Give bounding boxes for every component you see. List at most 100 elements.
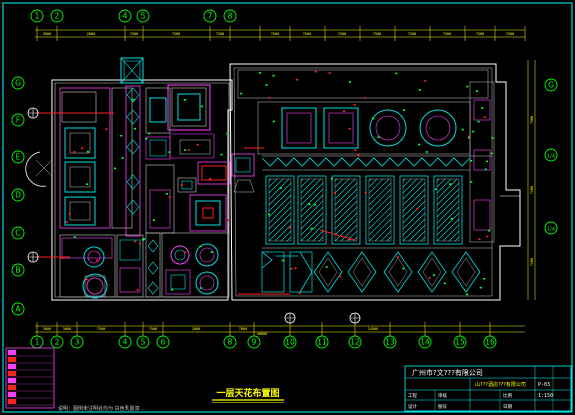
light-fixture [425, 151, 428, 153]
dimension-value: 7500 [303, 32, 311, 36]
light-fixture [73, 236, 76, 238]
title-block-cell-label: 工程 [408, 392, 417, 399]
light-fixture [342, 110, 346, 112]
axis-label: 15 [455, 338, 465, 347]
light-fixture [288, 227, 291, 229]
light-fixture [296, 78, 299, 81]
title-block-cell-label: 设计 [408, 403, 417, 410]
dimension-total: 40000 [257, 332, 268, 336]
axis-label: 4 [123, 338, 128, 347]
axis-bubble-bottom: 11 [315, 335, 329, 349]
light-fixture [148, 132, 151, 135]
legend-swatch [8, 350, 16, 355]
light-fixture [470, 159, 473, 162]
axis-label: 2 [55, 338, 60, 347]
dimension-value: 3000 [43, 327, 51, 331]
axis-label: 6 [161, 338, 166, 347]
light-fixture [105, 128, 108, 130]
title-block-cell-label: 日期 [503, 404, 512, 410]
dimension-value: 7500 [506, 32, 514, 36]
light-fixture [348, 81, 351, 83]
light-fixture [483, 278, 486, 280]
light-fixture [121, 157, 124, 159]
legend-swatch [8, 399, 16, 404]
light-fixture [85, 183, 89, 185]
title-block-cell-label: 审核 [438, 392, 447, 399]
light-fixture [133, 127, 137, 130]
light-fixture [330, 177, 333, 180]
dimension-value: 7500 [530, 116, 534, 124]
light-fixture [432, 274, 436, 276]
light-fixture [281, 259, 284, 262]
light-fixture [377, 136, 380, 139]
axis-label: 14 [420, 338, 430, 347]
dimension-value: 7500 [338, 32, 346, 36]
axis-label: 8 [228, 338, 233, 347]
light-fixture [418, 143, 421, 146]
light-fixture [268, 97, 271, 99]
light-fixture [279, 187, 282, 189]
axis-label: 3 [75, 338, 80, 347]
dimension-value: 7500 [373, 32, 381, 36]
dimension-value: 7500 [216, 32, 224, 36]
light-fixture [481, 107, 484, 109]
light-fixture [308, 203, 311, 205]
light-fixture [434, 188, 437, 191]
axis-label: 16 [485, 338, 495, 347]
dimension-value: 7500 [172, 32, 180, 36]
axis-label: E [16, 153, 21, 162]
light-fixture [132, 98, 135, 101]
axis-label: 5 [141, 338, 146, 347]
light-fixture [272, 120, 275, 123]
axis-label: 2 [55, 12, 60, 21]
axis-bubble-bottom: 13 [383, 335, 397, 349]
light-fixture [294, 267, 297, 269]
title-block-cell-label: 比例 [503, 392, 512, 399]
title-block-company: 广州市?文???有限公司 [412, 368, 483, 377]
light-fixture [488, 229, 491, 232]
light-fixture [477, 120, 480, 123]
light-fixture [466, 85, 469, 88]
light-fixture [466, 293, 469, 296]
light-fixture [484, 168, 487, 171]
light-fixture [339, 275, 342, 278]
light-fixture [208, 178, 211, 180]
light-fixture [478, 238, 481, 240]
light-fixture [196, 143, 199, 146]
light-fixture [364, 192, 367, 194]
dimension-value: 3000 [43, 32, 51, 36]
axis-label: F [16, 116, 20, 125]
light-fixture [170, 288, 174, 291]
light-fixture [180, 184, 183, 186]
light-fixture [86, 150, 89, 153]
axis-bubble-bottom: 10 [283, 335, 297, 349]
light-fixture [357, 154, 360, 156]
light-fixture [152, 219, 155, 221]
dimension-value: 7500 [530, 258, 534, 266]
light-fixture [168, 151, 171, 153]
light-fixture [80, 147, 83, 150]
light-fixture [395, 72, 398, 75]
light-fixture [134, 240, 137, 243]
axis-label: 1 [35, 12, 40, 21]
axis-label: 7 [208, 12, 213, 21]
light-fixture [418, 89, 421, 91]
light-fixture [402, 267, 405, 270]
light-fixture [183, 251, 187, 254]
light-fixture [142, 239, 145, 241]
light-fixture [290, 268, 293, 270]
light-fixture [96, 259, 99, 261]
light-fixture [272, 74, 275, 77]
axis-bubble-bottom: 15 [453, 335, 467, 349]
light-fixture [449, 183, 452, 185]
light-fixture [183, 149, 187, 151]
axis-label: A [15, 305, 21, 314]
axis-label: 10 [285, 338, 295, 347]
light-fixture [240, 92, 243, 95]
axis-label: 1/4 [547, 227, 555, 233]
light-fixture [491, 137, 494, 139]
light-fixture [113, 167, 117, 170]
axis-label: D [15, 191, 21, 200]
dimension-value: 2000 [87, 32, 95, 36]
drawing-title: 一层天花布置图 [216, 387, 279, 399]
